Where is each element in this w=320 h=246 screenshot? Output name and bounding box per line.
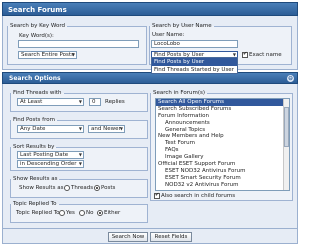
keyword-label: Key Word(s): [19, 33, 54, 39]
show-posts-label: Posts [101, 185, 116, 191]
topic-either-radio[interactable] [97, 210, 103, 216]
replies-count-input[interactable]: 0 [89, 98, 101, 106]
topic-replied-legend: Topic Replied To [13, 201, 57, 207]
keyword-legend: Search by Key Word [10, 23, 65, 29]
forum-list-item[interactable]: Image Gallery [156, 154, 289, 161]
replies-label: Replies [105, 99, 125, 105]
child-forums-checkbox[interactable] [154, 192, 160, 199]
child-forums-label: Also search in child forums [161, 193, 236, 199]
forum-list-scrollbar[interactable] [283, 99, 289, 190]
date-range-select[interactable]: Any Date [17, 125, 84, 133]
forum-listbox[interactable]: Search All Open Forums Search Subscribed … [155, 98, 290, 191]
search-options-title: Search Options [9, 75, 61, 82]
dropdown-option-find-threads[interactable]: Find Threads Started by User [152, 66, 237, 74]
window-title: Search Forums [2, 2, 298, 16]
forums-legend: Search in Forum(s) [153, 90, 206, 96]
forum-items: Search All Open Forums Search Subscribed … [156, 99, 289, 189]
topic-replied-label: Topic Replied To [16, 210, 60, 216]
forum-list-item[interactable]: NOD32 v2 Antivirus Forum [156, 182, 289, 189]
forum-list-item[interactable]: Forum Information [156, 113, 289, 120]
forum-list-item[interactable]: Search All Open Forums [156, 99, 289, 106]
topic-either-label: Either [104, 210, 121, 216]
forum-list-item[interactable]: Announcements [156, 120, 289, 127]
sort-field-select[interactable]: Last Posting Date [17, 151, 84, 159]
show-threads-radio[interactable] [64, 185, 70, 191]
date-direction-select[interactable]: and Newer [88, 125, 125, 133]
user-mode-dropdown: Find Posts by User Find Threads Started … [151, 57, 238, 74]
keyword-input[interactable] [18, 40, 139, 48]
username-legend: Search by User Name [152, 23, 212, 29]
reset-fields-button[interactable]: Reset Fields [150, 232, 192, 242]
forum-list-item[interactable]: Search Subscribed Forums [156, 106, 289, 113]
topic-no-radio[interactable] [79, 210, 85, 216]
forum-list-item[interactable]: ESET NOD32 Antivirus Forum [156, 168, 289, 175]
topic-yes-label: Yes [66, 210, 75, 216]
forum-list-item[interactable]: General Topics [156, 127, 289, 134]
topic-no-label: No [86, 210, 94, 216]
username-input[interactable]: LocoLobo [151, 40, 238, 48]
show-results-label: Show Results as [19, 185, 64, 191]
topic-yes-radio[interactable] [59, 210, 65, 216]
dropdown-option-find-posts[interactable]: Find Posts by User [152, 58, 237, 66]
find-posts-from-legend: Find Posts from [13, 117, 55, 123]
show-posts-radio[interactable] [94, 185, 100, 191]
show-results-legend: Show Results as [13, 176, 58, 182]
forum-list-item[interactable]: ESET Smart Security Forum [156, 175, 289, 182]
forum-list-item[interactable]: FAQs [156, 147, 289, 154]
show-threads-label: Threads [71, 185, 94, 191]
collapse-icon[interactable]: ⊖ [287, 75, 294, 82]
search-now-button[interactable]: Search Now [108, 232, 148, 242]
sort-order-select[interactable]: in Descending Order [17, 160, 84, 168]
forum-list-item[interactable]: Official ESET Support Forum [156, 161, 289, 168]
keyword-mode-select[interactable]: Search Entire Posts [18, 51, 77, 59]
forum-list-item[interactable]: New Members and Help [156, 133, 289, 140]
exact-name-checkbox[interactable] [242, 51, 248, 58]
search-options-header[interactable]: Search Options ⊖ [2, 72, 298, 84]
exact-name-label: Exact name [249, 52, 282, 58]
find-threads-legend: Find Threads with [13, 90, 62, 96]
forum-list-item[interactable]: Test Forum [156, 140, 289, 147]
username-label: User Name: [152, 32, 185, 38]
replies-comparison-select[interactable]: At Least [17, 98, 84, 106]
scrollbar-thumb[interactable] [284, 107, 289, 147]
sort-results-legend: Sort Results by [13, 144, 55, 150]
